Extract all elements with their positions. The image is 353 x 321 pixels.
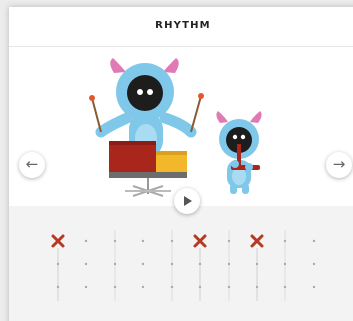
big-monster-right-eye — [147, 89, 153, 95]
next-button[interactable]: → — [326, 152, 352, 178]
small-right-eye — [240, 134, 246, 140]
play-button[interactable] — [174, 188, 200, 214]
red-drum-rim — [109, 141, 156, 145]
arrow-right-icon: → — [332, 155, 346, 173]
small-right-hand — [245, 163, 253, 171]
step-empty[interactable] — [113, 262, 117, 266]
right-arm — [159, 112, 197, 138]
sequencer-svg — [51, 230, 316, 301]
drum-kit — [109, 141, 187, 197]
step-empty[interactable] — [312, 285, 316, 289]
play-icon — [184, 196, 192, 206]
small-left-eye — [232, 134, 238, 140]
rhythm-window: RHYTHM ← → — [9, 7, 353, 321]
step-active[interactable] — [193, 234, 207, 301]
step-empty[interactable] — [227, 285, 231, 289]
left-drumstick — [91, 97, 102, 133]
step-empty[interactable] — [227, 262, 231, 266]
right-drumstick — [190, 95, 202, 133]
step-empty[interactable] — [113, 239, 117, 243]
step-empty[interactable] — [170, 239, 174, 243]
sequencer-grid[interactable] — [9, 206, 353, 321]
step-empty[interactable] — [283, 285, 287, 289]
step-empty[interactable] — [84, 239, 88, 243]
small-right-horn — [250, 111, 262, 123]
small-right-leg — [242, 184, 249, 194]
small-left-leg — [230, 184, 237, 194]
step-empty[interactable] — [198, 262, 202, 266]
small-left-hand — [231, 160, 239, 168]
arrow-left-icon: ← — [25, 155, 39, 173]
right-stick-tip — [198, 93, 204, 99]
right-horn — [163, 58, 179, 73]
app-frame: RHYTHM ← → — [0, 0, 353, 321]
step-empty[interactable] — [312, 262, 316, 266]
drum-base — [109, 172, 187, 178]
left-arm — [95, 112, 133, 138]
step-empty[interactable] — [113, 285, 117, 289]
page-title: RHYTHM — [155, 20, 211, 31]
step-empty[interactable] — [312, 239, 316, 243]
scene-illustration — [89, 58, 262, 197]
prev-button[interactable]: ← — [19, 152, 45, 178]
step-empty[interactable] — [84, 285, 88, 289]
yellow-drum-rim — [156, 151, 187, 155]
step-empty[interactable] — [141, 285, 145, 289]
step-empty[interactable] — [141, 262, 145, 266]
scene-stage: ← → — [9, 48, 353, 206]
step-empty[interactable] — [198, 285, 202, 289]
step-empty[interactable] — [255, 285, 259, 289]
big-monster-left-eye — [137, 89, 143, 95]
step-empty[interactable] — [170, 285, 174, 289]
step-empty[interactable] — [84, 262, 88, 266]
step-active[interactable] — [250, 234, 264, 301]
small-left-horn — [216, 111, 228, 123]
step-empty[interactable] — [56, 262, 60, 266]
left-stick-tip — [89, 95, 95, 101]
step-empty[interactable] — [170, 262, 174, 266]
step-empty[interactable] — [141, 239, 145, 243]
big-monster-face — [127, 75, 163, 111]
small-monster — [216, 111, 262, 194]
step-empty[interactable] — [283, 262, 287, 266]
left-horn — [110, 58, 126, 73]
step-active[interactable] — [51, 234, 65, 301]
step-empty[interactable] — [227, 239, 231, 243]
step-empty[interactable] — [56, 285, 60, 289]
step-empty[interactable] — [255, 262, 259, 266]
red-drum — [109, 141, 156, 172]
step-empty[interactable] — [283, 239, 287, 243]
title-bar: RHYTHM — [9, 7, 353, 47]
